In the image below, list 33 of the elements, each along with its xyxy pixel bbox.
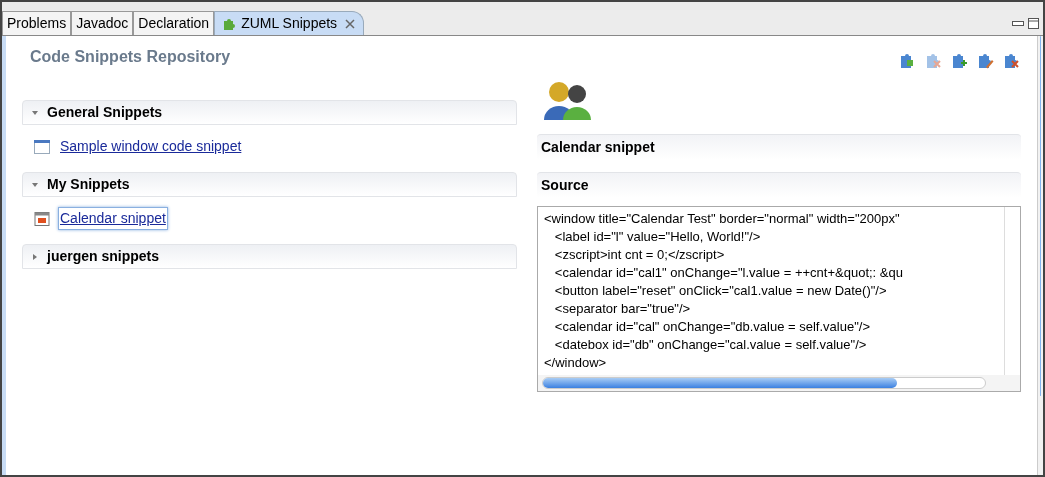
view-tab[interactable]: Declaration	[133, 11, 215, 35]
minimize-icon[interactable]	[1012, 20, 1024, 27]
code-line: <window title="Calendar Test" border="normal" width="200px"	[544, 210, 900, 228]
code-line: <button label="reset" onClick="cal1.value = new Date()"/>	[553, 282, 887, 300]
calendar-icon	[34, 210, 50, 227]
snippet-link[interactable]: Sample window code snippet	[58, 135, 244, 158]
window-icon	[34, 138, 50, 155]
snippet-link[interactable]: Calendar snippet	[58, 207, 168, 230]
section-header[interactable]: juergen snippets	[22, 244, 517, 269]
vertical-scrollbar[interactable]	[1037, 36, 1043, 475]
horizontal-scrollbar[interactable]	[538, 375, 1020, 391]
add-icon[interactable]	[951, 52, 969, 70]
triangle-down-icon	[31, 180, 39, 189]
puzzle-icon	[223, 16, 238, 31]
delete-icon[interactable]	[1003, 52, 1021, 70]
view-tab[interactable]: Problems	[2, 11, 72, 35]
section-header[interactable]: General Snippets	[22, 100, 517, 125]
code-line: <calendar id="cal1" onChange="l.value = ++cnt+&quot;: &qu	[553, 264, 903, 282]
view-tab[interactable]: ZUML Snippets	[214, 11, 365, 35]
view-tab[interactable]: Javadoc	[71, 11, 134, 35]
code-line: </window>	[544, 354, 607, 372]
close-icon[interactable]	[345, 18, 356, 29]
code-line: <separator bar="true"/>	[553, 300, 691, 318]
section-header[interactable]: My Snippets	[22, 172, 517, 197]
code-line: <datebox id="db" onChange="cal.value = self.value"/>	[553, 336, 867, 354]
triangle-down-icon	[31, 108, 39, 117]
view-title: Code Snippets Repository	[29, 47, 232, 67]
maximize-icon[interactable]	[1028, 18, 1039, 29]
triangle-right-icon	[31, 252, 39, 261]
code-line: <calendar id="cal" onChange="db.value = self.value"/>	[553, 318, 870, 336]
code-line: <label id="l" value="Hello, World!"/>	[553, 228, 761, 246]
code-line: <zscript>int cnt = 0;</zscript>	[553, 246, 725, 264]
edit-icon[interactable]	[977, 52, 995, 70]
